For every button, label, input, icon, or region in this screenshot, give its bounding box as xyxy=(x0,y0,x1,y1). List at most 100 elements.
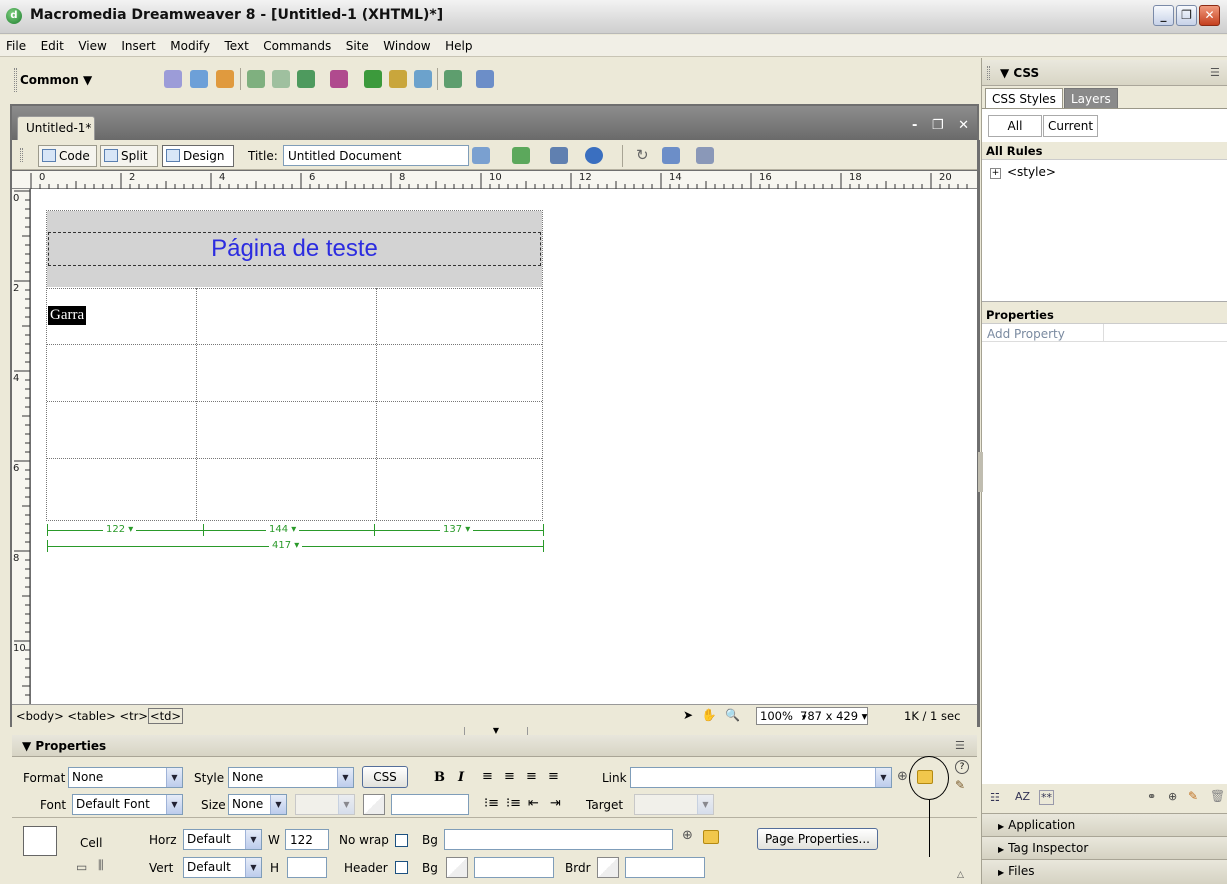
layer-icon[interactable] xyxy=(272,70,290,88)
justify-icon[interactable]: ≡ xyxy=(548,769,559,784)
preview-in-browser-icon[interactable] xyxy=(585,147,603,164)
text-outdent-icon[interactable]: ⇤ xyxy=(528,796,539,811)
menu-window[interactable]: Window xyxy=(377,35,435,53)
point-to-file-icon[interactable]: ⊕ xyxy=(682,828,693,843)
border-color-input[interactable] xyxy=(625,857,705,878)
properties-panel-header[interactable] xyxy=(12,735,977,757)
menu-edit[interactable]: Edit xyxy=(35,35,69,53)
new-css-rule-icon[interactable]: ⊕ xyxy=(1168,790,1177,803)
italic-button[interactable]: I xyxy=(458,770,464,785)
all-mode-button[interactable]: All xyxy=(988,115,1042,137)
bold-button[interactable]: B xyxy=(434,770,445,785)
bg-image-input[interactable] xyxy=(444,829,673,850)
image-icon[interactable] xyxy=(297,70,315,88)
menu-text[interactable]: Text xyxy=(219,35,254,53)
expand-icon[interactable]: + xyxy=(990,168,1001,179)
css-button[interactable]: CSS xyxy=(362,766,408,788)
properties-panel-title[interactable]: ▼ Properties xyxy=(22,739,106,753)
size-select[interactable]: None ▼ xyxy=(228,794,287,815)
split-cell-icon[interactable]: ⫼ xyxy=(98,858,104,873)
rules-list[interactable] xyxy=(982,160,1227,302)
css-panel-grip[interactable] xyxy=(987,66,990,80)
document-splitter[interactable] xyxy=(977,140,980,727)
named-anchor-icon[interactable] xyxy=(216,70,234,88)
page-heading[interactable]: Página de teste xyxy=(48,232,541,266)
table-width-label[interactable]: 417 ▾ xyxy=(269,540,303,551)
menu-commands[interactable]: Commands xyxy=(257,35,336,53)
menu-help[interactable]: Help xyxy=(439,35,477,53)
link-input[interactable]: ▼ xyxy=(630,767,892,788)
nowrap-checkbox[interactable] xyxy=(395,834,408,847)
alphabetical-view-icon[interactable]: AZ xyxy=(1015,790,1030,803)
panel-group-files[interactable]: ▶ Files xyxy=(982,859,1227,884)
column-width-label[interactable]: 144 ▾ xyxy=(266,524,300,535)
text-color-input[interactable] xyxy=(391,794,469,815)
tag-table[interactable]: <table> xyxy=(67,709,115,723)
view-options-icon[interactable] xyxy=(662,147,680,164)
select-tool-icon[interactable]: ➤ xyxy=(683,708,693,722)
email-link-icon[interactable] xyxy=(190,70,208,88)
dreamweaver-app-icon[interactable]: d xyxy=(6,8,22,24)
close-window-button[interactable]: ✕ xyxy=(1199,5,1220,26)
bg-color-input[interactable] xyxy=(474,857,554,878)
browse-folder-icon[interactable] xyxy=(703,830,719,844)
document-title-input[interactable] xyxy=(283,145,469,166)
current-mode-button[interactable]: Current xyxy=(1043,115,1098,137)
border-color-swatch[interactable] xyxy=(597,857,619,878)
zoom-tool-icon[interactable]: 🔍 xyxy=(725,708,740,722)
point-to-file-icon[interactable]: ⊕ xyxy=(897,769,908,784)
tab-css-styles[interactable]: CSS Styles xyxy=(985,88,1063,109)
set-properties-view-icon[interactable]: ** xyxy=(1039,790,1054,805)
align-right-icon[interactable]: ≡ xyxy=(526,769,537,784)
insert-category-menu[interactable]: Common ▼ xyxy=(20,73,92,87)
selected-cell-text[interactable]: Garra xyxy=(48,306,87,325)
panel-group-application[interactable]: ▶ Application xyxy=(982,813,1227,836)
quick-tag-editor-icon[interactable]: ✎ xyxy=(955,778,965,792)
panel-options-icon[interactable]: ☰ xyxy=(1210,66,1220,79)
header-checkbox[interactable] xyxy=(395,861,408,874)
rule-item[interactable]: + <style> xyxy=(990,165,1056,179)
css-properties-list[interactable] xyxy=(982,324,1227,784)
tag-chooser-icon[interactable] xyxy=(476,70,494,88)
expand-panel-icon[interactable]: △ xyxy=(957,870,964,880)
delete-css-rule-icon[interactable]: 🗑 xyxy=(1210,789,1225,803)
horz-select[interactable]: Default ▼ xyxy=(183,829,262,850)
tab-layers[interactable]: Layers xyxy=(1064,88,1118,109)
align-center-icon[interactable]: ≡ xyxy=(504,769,515,784)
merge-cells-icon[interactable]: ▭ xyxy=(76,860,87,874)
cell-height-input[interactable] xyxy=(287,857,327,878)
menu-modify[interactable]: Modify xyxy=(164,35,215,53)
format-select[interactable]: None ▼ xyxy=(68,767,183,788)
menu-insert[interactable]: Insert xyxy=(115,35,160,53)
insert-bar-grip[interactable] xyxy=(14,68,17,92)
panel-group-tag-inspector[interactable]: ▶ Tag Inspector xyxy=(982,836,1227,859)
hyperlink-icon[interactable] xyxy=(164,70,182,88)
help-icon[interactable]: ? xyxy=(955,760,969,774)
menu-view[interactable]: View xyxy=(72,35,111,53)
document-tab[interactable]: Untitled-1* xyxy=(17,116,95,140)
document-window-controls[interactable]: - ❐ ✕ xyxy=(912,118,974,133)
category-view-icon[interactable]: ☷ xyxy=(990,791,1000,804)
column-width-label[interactable]: 122 ▾ xyxy=(103,524,137,535)
code-view-button[interactable]: Code xyxy=(38,145,97,167)
comment-icon[interactable] xyxy=(414,70,432,88)
media-icon[interactable] xyxy=(330,70,348,88)
edit-style-icon[interactable]: ✎ xyxy=(1188,789,1198,803)
text-indent-icon[interactable]: ⇥ xyxy=(550,796,561,811)
visual-aids-icon[interactable] xyxy=(696,147,714,164)
split-view-button[interactable]: Split xyxy=(100,145,158,167)
no-browser-check-errors-icon[interactable] xyxy=(472,147,490,164)
page-properties-button[interactable]: Page Properties... xyxy=(757,828,878,850)
window-size-menu[interactable]: 787 x 429 ▾ xyxy=(800,709,867,723)
align-left-icon[interactable]: ≡ xyxy=(482,769,493,784)
restore-button[interactable]: ❐ xyxy=(1176,5,1197,26)
bg-color-swatch[interactable] xyxy=(446,857,468,878)
date-icon[interactable] xyxy=(364,70,382,88)
menu-site[interactable]: Site xyxy=(340,35,374,53)
minimize-button[interactable]: _ xyxy=(1153,5,1174,26)
column-width-label[interactable]: 137 ▾ xyxy=(440,524,474,535)
menu-file[interactable]: File xyxy=(0,35,31,53)
attach-stylesheet-icon[interactable]: ⚭ xyxy=(1147,790,1156,803)
document-toolbar-grip[interactable] xyxy=(20,148,23,162)
file-management-icon[interactable] xyxy=(550,147,568,164)
